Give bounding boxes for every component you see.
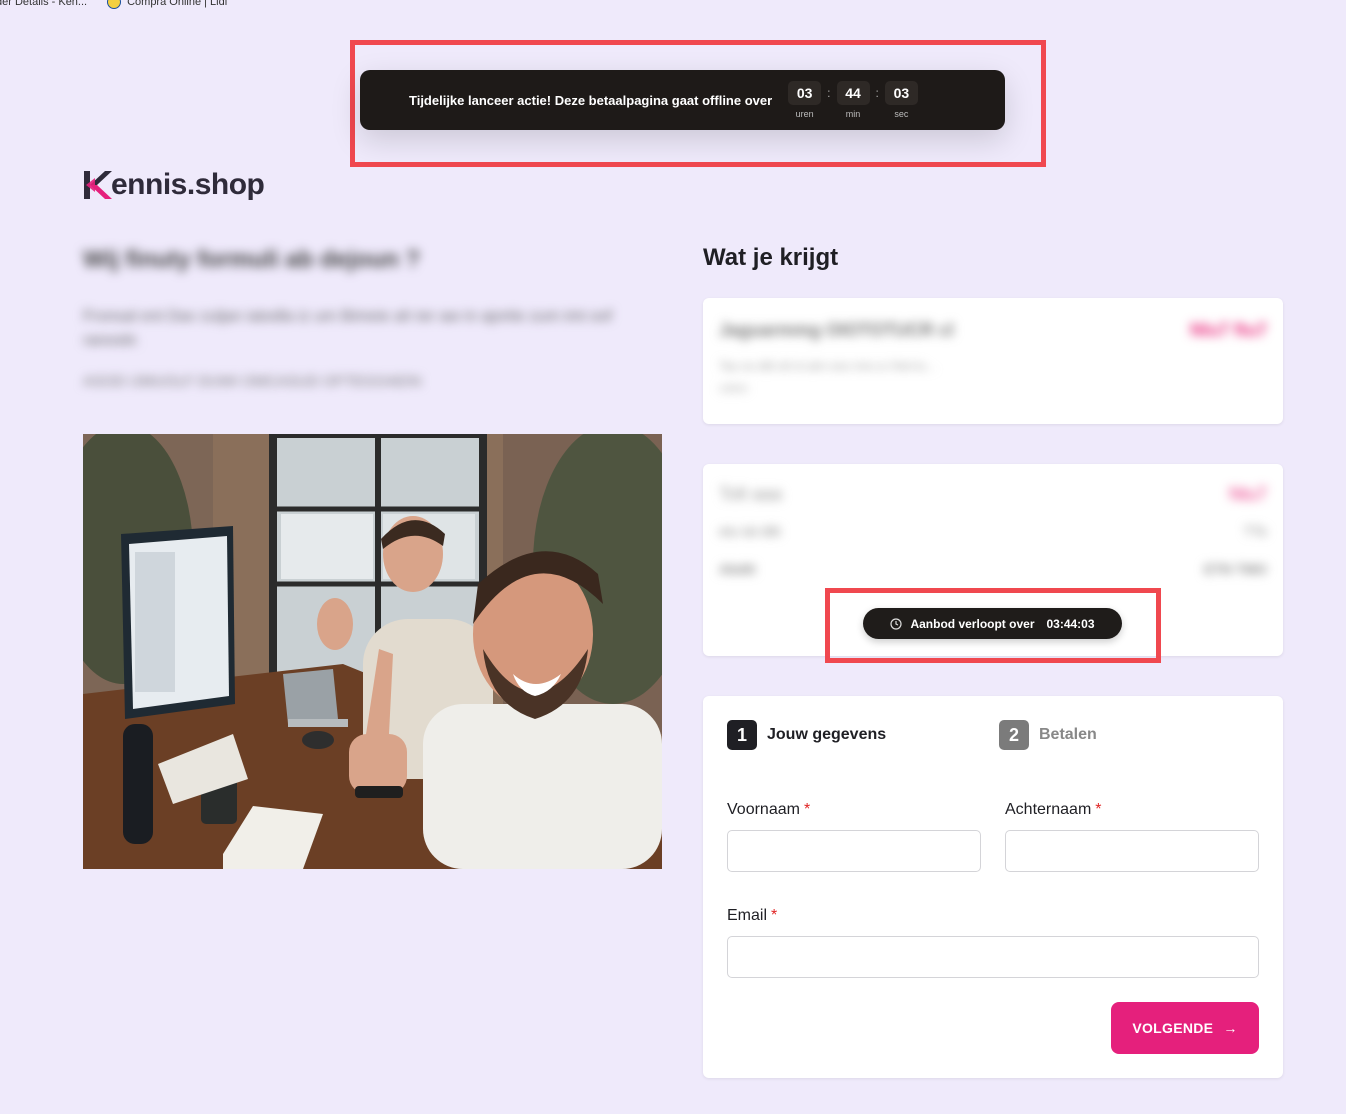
product-line: Jaguarmmg OIOTOTUCR cl [719,320,954,340]
team-photo-image [83,434,662,869]
logo-k-icon [84,171,112,199]
minutes-value: 44 [836,81,870,105]
next-button-label: VOLGENDE [1132,1020,1214,1036]
product-subtext-2: cdeio [719,381,748,395]
summary-row-value: TTo [1243,523,1267,539]
required-mark: * [1095,801,1102,818]
minutes-label: min [845,109,861,119]
first-name-label: Voornaam * [727,801,810,819]
seconds-label: sec [894,109,909,119]
step-payment[interactable]: 2 Betalen [999,720,1097,750]
step-number: 1 [727,720,757,750]
next-button[interactable]: VOLGENDE → [1111,1002,1259,1054]
timer-minutes: 44 min [836,81,870,119]
hours-label: uren [795,109,814,119]
checkout-form: 1 Jouw gegevens 2 Betalen Voornaam * Acht… [703,696,1283,1078]
arrow-right-icon: → [1223,1020,1238,1036]
left-paragraph: Fronsal ent Dav zuljan iatodla iz um Bim… [83,308,613,349]
logo-text: ennis.shop [111,168,265,201]
seconds-value: 03 [884,81,918,105]
summary-row-value: ETN TMO [1204,561,1267,577]
step-personal-details[interactable]: 1 Jouw gegevens [727,720,886,750]
bookmark-label: Compra Online | Lidl [127,0,228,8]
left-paragraph-secondary: ASOD IJMUOLF DUWI OMCASUD OFTEGOAEIN [83,373,422,390]
email-input[interactable] [727,936,1259,978]
total-value: Ntu7 [1228,484,1267,504]
required-mark: * [803,801,811,818]
what-you-get-title: Wat je krijgt [703,244,839,271]
step-number: 2 [999,720,1029,750]
product-price: Nlu7 ftu7 [1189,320,1267,340]
team-photo [83,434,662,869]
product-subtext: Tau oo ditt otl nt aim ooo rmo a t lhol … [719,359,936,373]
bookmark-label: der Details - Ken... [0,0,88,8]
email-label: Email * [727,907,777,925]
first-name-label-text: Voornaam [727,801,800,818]
bookmark-lidl[interactable]: Compra Online | Lidl [107,0,227,10]
step-label: Jouw gegevens [767,726,887,743]
email-label-text: Email [727,907,768,924]
bookmarks-bar: der Details - Ken... Compra Online | Lid… [0,0,227,10]
summary-row-label: Abdtt [719,561,756,577]
left-heading: Wij fi‍nuty fo‍rmuli ab dejoun ? [83,246,421,273]
timer-seconds: 03 sec [884,81,918,119]
offer-expiry-pill: Aanbod verloopt over 03:44:03 [863,608,1122,639]
countdown-timer: 03 uren : 44 min : 03 sec [788,81,918,119]
timer-separator: : [827,86,831,100]
last-name-input[interactable] [1005,830,1259,872]
timer-hours: 03 uren [788,81,822,119]
countdown-banner: Tijdelijke lanceer actie! Deze betaalpag… [360,70,1005,130]
total-label: Tolt aaa [719,484,783,504]
first-name-input[interactable] [727,830,981,872]
last-name-label: Achternaam * [1005,801,1102,819]
bookmark-order-details[interactable]: der Details - Ken... [0,0,87,10]
offer-time: 03:44:03 [1046,616,1095,631]
hours-value: 03 [788,81,822,105]
timer-separator: : [875,86,879,100]
summary-row-label: etu tal dttt [719,523,781,539]
offer-label: Aanbod verloopt over [910,616,1035,631]
required-mark: * [771,907,778,924]
clock-icon [890,617,903,630]
lidl-icon [107,0,122,9]
kennis-shop-logo[interactable]: ennis.shop [83,168,265,202]
product-card: Jaguarmmg OIOTOTUCR cl Nlu7 ftu7 Tau oo … [703,298,1283,424]
banner-text: Tijdelijke lanceer actie! Deze betaalpag… [409,92,773,108]
step-label: Betalen [1039,726,1097,743]
last-name-label-text: Achternaam [1005,801,1092,818]
